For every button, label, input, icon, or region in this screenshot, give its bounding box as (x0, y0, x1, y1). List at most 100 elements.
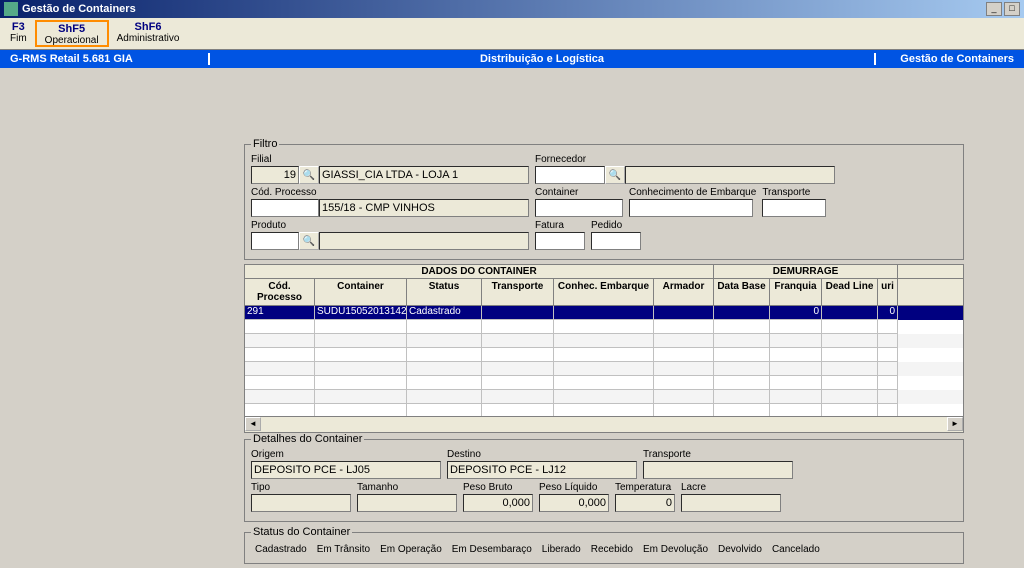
det-transporte-label: Transporte (643, 449, 793, 460)
container-grid: DADOS DO CONTAINER DEMURRAGE Cód. Proces… (244, 264, 964, 433)
scroll-left-button[interactable]: ◄ (245, 417, 261, 431)
origem-label: Origem (251, 449, 441, 460)
table-row[interactable]: 291 SUDU15052013142 Cadastrado 0 0 (245, 306, 963, 320)
fornecedor-lookup-button[interactable]: 🔍 (605, 166, 625, 184)
window-title: Gestão de Containers (22, 0, 984, 18)
table-row[interactable] (245, 390, 963, 404)
fornecedor-desc (625, 166, 835, 184)
col-uri[interactable]: uri (878, 279, 898, 305)
screen-title: Gestão de Containers (874, 53, 1024, 65)
scroll-right-button[interactable]: ► (947, 417, 963, 431)
filial-label: Filial (251, 154, 529, 165)
table-row[interactable] (245, 376, 963, 390)
filtro-fieldset: Filtro Filial 🔍 Fornecedor 🔍 (244, 138, 964, 260)
main-panel: Filtro Filial 🔍 Fornecedor 🔍 (244, 138, 964, 568)
menu-key: F3 (10, 21, 27, 33)
app-icon (4, 2, 18, 16)
fatura-input[interactable] (535, 232, 585, 250)
binoculars-icon: 🔍 (609, 170, 621, 181)
cell-database (714, 306, 770, 320)
produto-lookup-button[interactable]: 🔍 (299, 232, 319, 250)
workspace: Filtro Filial 🔍 Fornecedor 🔍 (0, 68, 1024, 535)
filial-lookup-button[interactable]: 🔍 (299, 166, 319, 184)
grid-body[interactable]: 291 SUDU15052013142 Cadastrado 0 0 (245, 306, 963, 416)
destino-label: Destino (447, 449, 637, 460)
table-row[interactable] (245, 348, 963, 362)
tamanho-input (357, 494, 457, 512)
tipo-label: Tipo (251, 482, 351, 493)
transporte-input[interactable] (762, 199, 826, 217)
codprocesso-code[interactable] (251, 199, 319, 217)
fornecedor-label: Fornecedor (535, 154, 835, 165)
table-row[interactable] (245, 320, 963, 334)
menu-label: Administrativo (117, 33, 180, 44)
col-conhec[interactable]: Conhec. Embarque (554, 279, 654, 305)
produto-desc (319, 232, 529, 250)
menu-f3[interactable]: F3 Fim (2, 20, 35, 47)
status-cancelado: Cancelado (772, 544, 820, 555)
menu-key: ShF6 (117, 21, 180, 33)
menu-shf5[interactable]: ShF5 Operacional (35, 20, 109, 47)
lacre-input (681, 494, 781, 512)
cell-armador (654, 306, 714, 320)
minimize-button[interactable]: _ (986, 2, 1002, 16)
container-label: Container (535, 187, 623, 198)
col-container[interactable]: Container (315, 279, 407, 305)
grid-group-demurrage: DEMURRAGE (714, 265, 898, 278)
cell-uri: 0 (878, 306, 898, 320)
transporte-label: Transporte (762, 187, 826, 198)
container-input[interactable] (535, 199, 623, 217)
binoculars-icon: 🔍 (303, 236, 315, 247)
codprocesso-label: Cód. Processo (251, 187, 529, 198)
menu-shf6[interactable]: ShF6 Administrativo (109, 20, 188, 47)
conhecimento-label: Conhecimento de Embarque (629, 187, 756, 198)
status-devolvido: Devolvido (718, 544, 762, 555)
origem-input (251, 461, 441, 479)
col-franquia[interactable]: Franquia (770, 279, 822, 305)
status-emdesembaraco: Em Desembaraço (452, 544, 532, 555)
col-deadline[interactable]: Dead Line (822, 279, 878, 305)
status-emdevolucao: Em Devolução (643, 544, 708, 555)
cell-container: SUDU15052013142 (315, 306, 407, 320)
tamanho-label: Tamanho (357, 482, 457, 493)
cell-franquia: 0 (770, 306, 822, 320)
maximize-button[interactable]: □ (1004, 2, 1020, 16)
scroll-track[interactable] (261, 417, 947, 432)
status-liberado: Liberado (542, 544, 581, 555)
conhecimento-input[interactable] (629, 199, 753, 217)
filial-desc (319, 166, 529, 184)
table-row[interactable] (245, 404, 963, 416)
col-codprocesso[interactable]: Cód. Processo (245, 279, 315, 305)
grid-group-dados: DADOS DO CONTAINER (245, 265, 714, 278)
fornecedor-code[interactable] (535, 166, 605, 184)
pedido-label: Pedido (591, 220, 641, 231)
pedido-input[interactable] (591, 232, 641, 250)
menubar: F3 Fim ShF5 Operacional ShF6 Administrat… (0, 18, 1024, 50)
module-title: Distribuição e Logística (210, 53, 874, 65)
table-row[interactable] (245, 334, 963, 348)
col-transporte[interactable]: Transporte (482, 279, 554, 305)
produto-code[interactable] (251, 232, 299, 250)
binoculars-icon: 🔍 (303, 170, 315, 181)
status-legend: Status do Container (251, 526, 352, 538)
status-fieldset: Status do Container Cadastrado Em Trânsi… (244, 526, 964, 564)
table-row[interactable] (245, 362, 963, 376)
temperatura-input (615, 494, 675, 512)
titlebar: Gestão de Containers _ □ (0, 0, 1024, 18)
bluebar: G-RMS Retail 5.681 GIA Distribuição e Lo… (0, 50, 1024, 68)
col-database[interactable]: Data Base (714, 279, 770, 305)
grid-col-headers: Cód. Processo Container Status Transport… (245, 279, 963, 306)
grid-group-headers: DADOS DO CONTAINER DEMURRAGE (245, 265, 963, 279)
cell-conhec (554, 306, 654, 320)
destino-input (447, 461, 637, 479)
cell-codprocesso: 291 (245, 306, 315, 320)
status-emoperacao: Em Operação (380, 544, 442, 555)
menu-key: ShF5 (45, 23, 99, 35)
col-status[interactable]: Status (407, 279, 482, 305)
col-armador[interactable]: Armador (654, 279, 714, 305)
cell-transporte (482, 306, 554, 320)
grid-hscroll[interactable]: ◄ ► (245, 416, 963, 432)
fatura-label: Fatura (535, 220, 585, 231)
filial-code[interactable] (251, 166, 299, 184)
cell-deadline (822, 306, 878, 320)
